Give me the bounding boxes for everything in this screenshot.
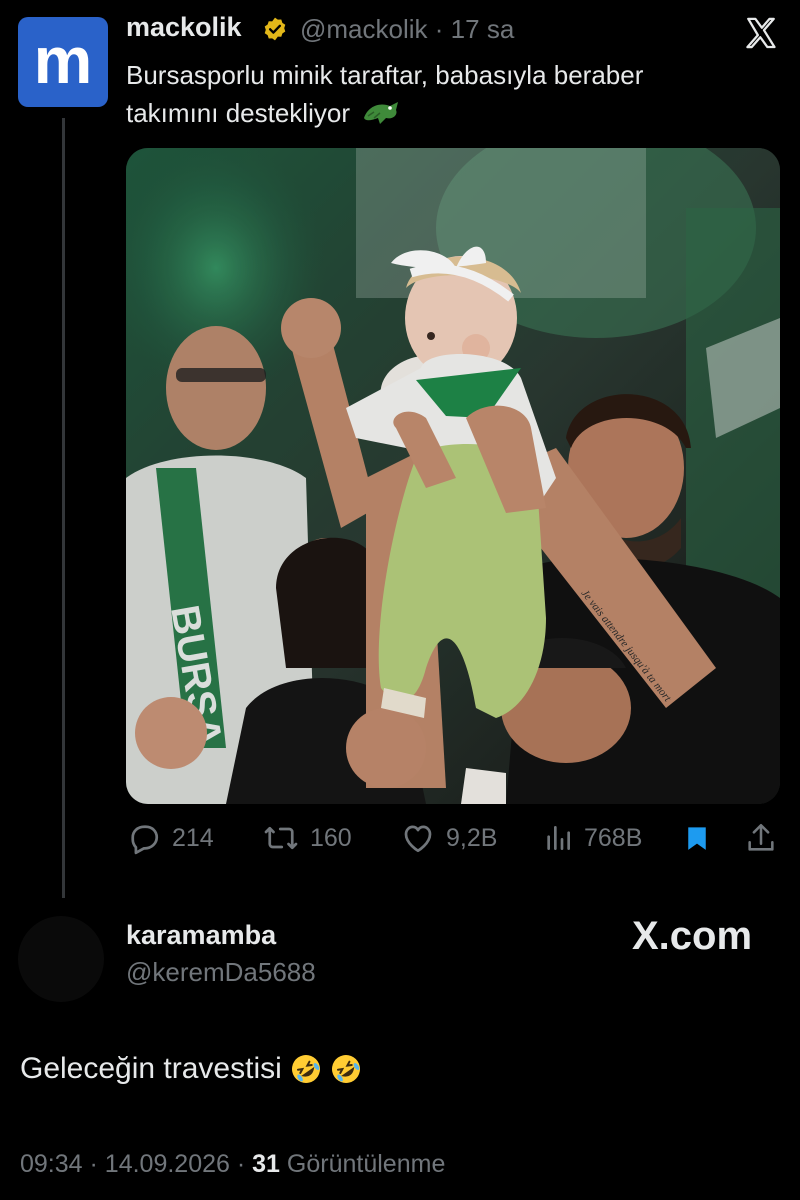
thread-line [62,118,65,898]
share-icon [748,823,774,851]
repost-count: 160 [310,823,352,852]
tweet-text-line-2: takımını destekliyor [126,94,766,132]
reply-meta: 09:34 · 14.09.2026 · 31 Görüntülenme [20,1150,445,1179]
share-action[interactable] [744,818,778,858]
tweet-text: Bursasporlu minik taraftar, babasıyla be… [126,56,766,132]
separator-dot: · [236,1150,253,1178]
bookmark-action[interactable] [682,818,712,858]
reply-views-count: 31 [252,1150,280,1178]
tweet-photo[interactable]: BURSA Je vais attendre jusqu'à ta mort [126,148,780,804]
reply-text-content: Geleceğin travestisi [20,1052,282,1085]
reply-date[interactable]: 14.09.2026 [105,1150,230,1178]
x-com-text: X.com [632,914,753,958]
separator-dot: · [434,14,444,44]
reply-author-name[interactable]: karamamba [126,920,276,951]
reply-count: 214 [172,823,214,852]
repost-action[interactable]: 160 [262,818,352,858]
repost-icon [264,826,298,850]
time-ago[interactable]: 17 sa [451,14,515,44]
avatar-letter: m [33,23,93,97]
like-count: 9,2B [446,823,498,852]
reply-icon [131,825,159,855]
rolling-laughing-icon [331,1055,360,1083]
like-action[interactable]: 9,2B [400,818,497,858]
views-action[interactable]: 768B [542,818,642,858]
mackolik-avatar[interactable]: m [18,17,108,107]
separator-dot: · [89,1150,105,1178]
like-icon [404,825,432,853]
author-handle-time: @mackolik · 17 sa [300,14,514,45]
stadium-crowd-photo: BURSA Je vais attendre jusqu'à ta mort [126,148,780,804]
reply-avatar[interactable] [18,916,104,1002]
views-count: 768B [584,823,643,852]
reply-author-handle[interactable]: @keremDa5688 [126,957,316,988]
x-logo-icon [746,17,776,49]
x-com-watermark: X.com [632,914,752,959]
author-name[interactable]: mackolik [126,12,242,43]
rolling-laughing-icon [291,1055,320,1083]
reply-views-label: Görüntülenme [286,1150,446,1178]
reply-time[interactable]: 09:34 [20,1150,83,1178]
reply-text: Geleceğin travestisi [20,1052,362,1086]
reply-action[interactable]: 214 [126,818,214,858]
verified-badge-icon [264,17,286,41]
bookmark-icon [688,827,706,850]
tweet-text-line-1: Bursasporlu minik taraftar, babasıyla be… [126,60,644,90]
views-icon [547,826,570,850]
author-handle[interactable]: @mackolik [300,14,428,44]
crocodile-icon [363,102,398,124]
tweet-text-line-2-text: takımını destekliyor [126,98,350,128]
